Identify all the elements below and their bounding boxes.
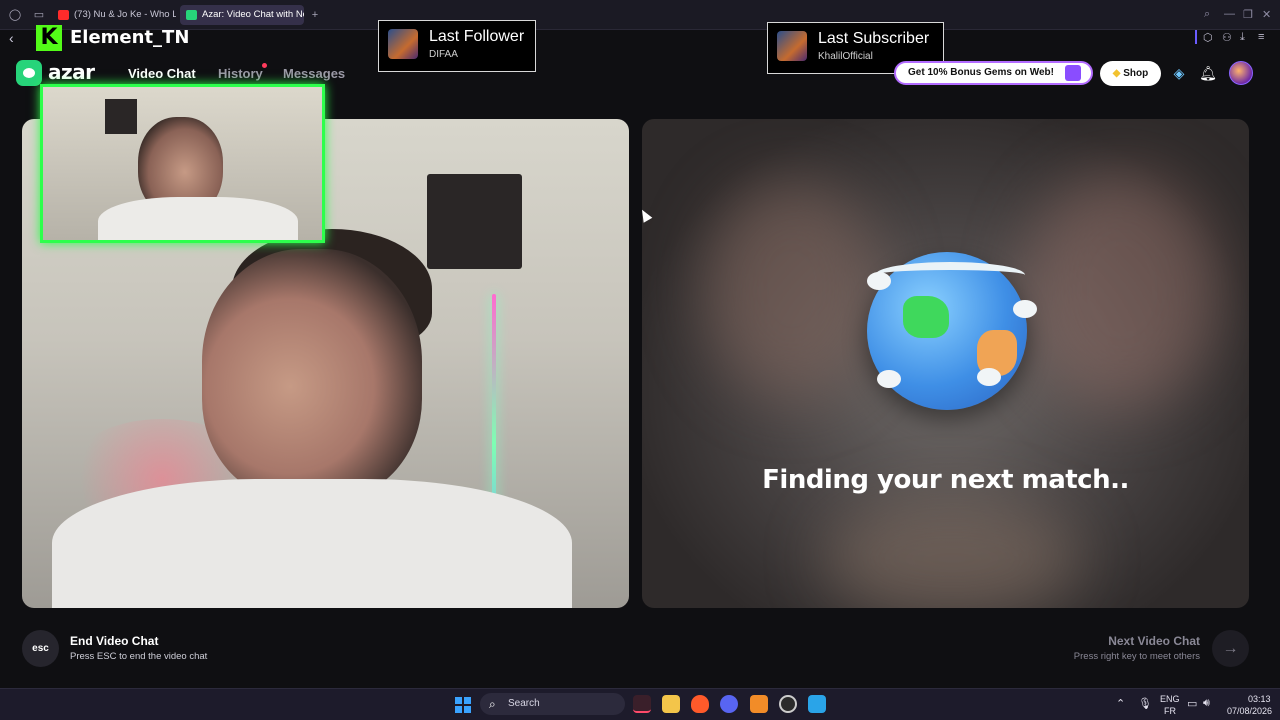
taskbar-search-input[interactable]: ⌕ Search [480,693,625,715]
windows-start-icon[interactable] [455,697,471,713]
nav-video-chat[interactable]: Video Chat [128,66,196,81]
obs-studio-icon[interactable] [779,695,797,713]
next-chat-hint: Press right key to meet others [1073,651,1200,662]
minimize-icon[interactable]: — [1224,8,1235,20]
last-follower-title: Last Follower [429,28,525,45]
last-subscriber-name: KhalilOfficial [818,51,873,62]
network-icon[interactable]: ▭ [1187,697,1197,710]
search-tabs-icon[interactable]: ⌕ [1204,8,1210,21]
search-icon: ⌕ [489,697,496,711]
webcam-overlay [40,84,325,243]
discord-icon[interactable] [720,695,738,713]
toolbar-divider [1195,30,1197,44]
gems-balance-icon[interactable]: ◈ [1169,63,1189,83]
globe-cloud [977,368,1001,386]
opera-gx-app-icon[interactable] [633,695,651,713]
microphone-icon[interactable]: 🎙︎ [1138,697,1152,710]
globe-icon [867,252,1037,410]
bell-icon[interactable]: 🔔︎ [1198,63,1218,83]
shelf [427,174,522,269]
profile-icon[interactable]: ⚇ [1222,31,1232,44]
youtube-icon [58,10,69,20]
globe-cloud [867,272,891,290]
browser-tab-bar: ◯ ▭ (73) Nu & Jo Ke - Who Love Azar: Vid… [0,0,1280,30]
notification-dot [262,63,267,68]
keyboard-layout-indicator[interactable]: FR [1164,706,1176,716]
last-subscriber-title: Last Subscriber [818,30,930,47]
globe-cap [875,262,1025,288]
restore-icon[interactable]: ❐ [1243,8,1253,21]
tab-label: Azar: Video Chat with New [202,9,304,20]
person-shirt [52,479,572,608]
language-indicator[interactable]: ENG [1160,694,1180,704]
globe-land [903,296,949,338]
person-head [202,249,422,499]
subscriber-avatar [777,31,807,61]
tab-manager-icon[interactable]: ▭ [32,8,46,22]
streamer-name: Element_TN [70,27,190,48]
file-explorer-icon[interactable] [662,695,680,713]
back-arrow-icon[interactable]: ‹ [9,30,14,46]
blur-shape [702,179,882,399]
kick-logo: K [36,25,62,51]
end-chat-button[interactable]: esc [22,630,59,667]
globe-cloud [877,370,901,388]
opera-menu-icon[interactable]: ◯ [8,8,22,22]
volume-icon[interactable]: 🔊︎ [1203,697,1210,710]
shop-label: Shop [1123,68,1149,79]
extensions-icon[interactable]: ⬡ [1203,31,1213,44]
azar-tab-icon [186,10,197,20]
clock-date[interactable]: 07/08/2026 [1227,706,1272,716]
bonus-gems-banner[interactable]: Get 10% Bonus Gems on Web! [894,61,1093,85]
search-placeholder: Search [508,698,540,709]
xampp-icon[interactable] [750,695,768,713]
azar-logo-icon[interactable] [16,60,42,86]
browser-tab-azar[interactable]: Azar: Video Chat with New [180,5,304,25]
gift-icon [1065,65,1081,81]
photos-app-icon[interactable] [808,695,826,713]
next-chat-button[interactable]: → [1212,630,1249,667]
nav-messages[interactable]: Messages [283,66,345,81]
last-follower-name: DIFAA [429,49,458,60]
clock-time[interactable]: 03:13 [1248,694,1271,704]
follower-avatar [388,29,418,59]
chevron-up-icon[interactable]: ⌃ [1116,697,1125,710]
gem-icon: ◆ [1112,68,1124,79]
menu-icon[interactable]: ≡ [1258,31,1264,43]
brave-browser-icon[interactable] [691,695,709,713]
globe-cloud [1013,300,1037,318]
tab-label: (73) Nu & Jo Ke - Who Love [74,9,176,20]
shop-button[interactable]: ◆ Shop [1100,61,1161,86]
end-chat-hint: Press ESC to end the video chat [70,651,208,662]
avatar[interactable] [1229,61,1253,85]
close-window-icon[interactable]: ✕ [1262,8,1271,21]
status-text: Finding your next match.. [762,465,1129,495]
browser-tab-youtube[interactable]: (73) Nu & Jo Ke - Who Love [52,5,176,25]
last-follower-box: Last Follower DIFAA [378,20,536,72]
blur-shape [1022,169,1222,409]
next-chat-title: Next Video Chat [1108,634,1200,648]
pip-person-shirt [98,197,298,240]
download-icon[interactable]: ⤓ [1240,31,1245,44]
plus-icon[interactable]: + [308,8,322,22]
blur-shape [822,499,1082,608]
promo-text: Get 10% Bonus Gems on Web! [908,67,1054,78]
end-chat-title: End Video Chat [70,634,159,648]
pip-shelf [105,99,137,134]
azar-logo-text[interactable]: azar [48,60,95,84]
nav-history[interactable]: History [218,66,263,81]
